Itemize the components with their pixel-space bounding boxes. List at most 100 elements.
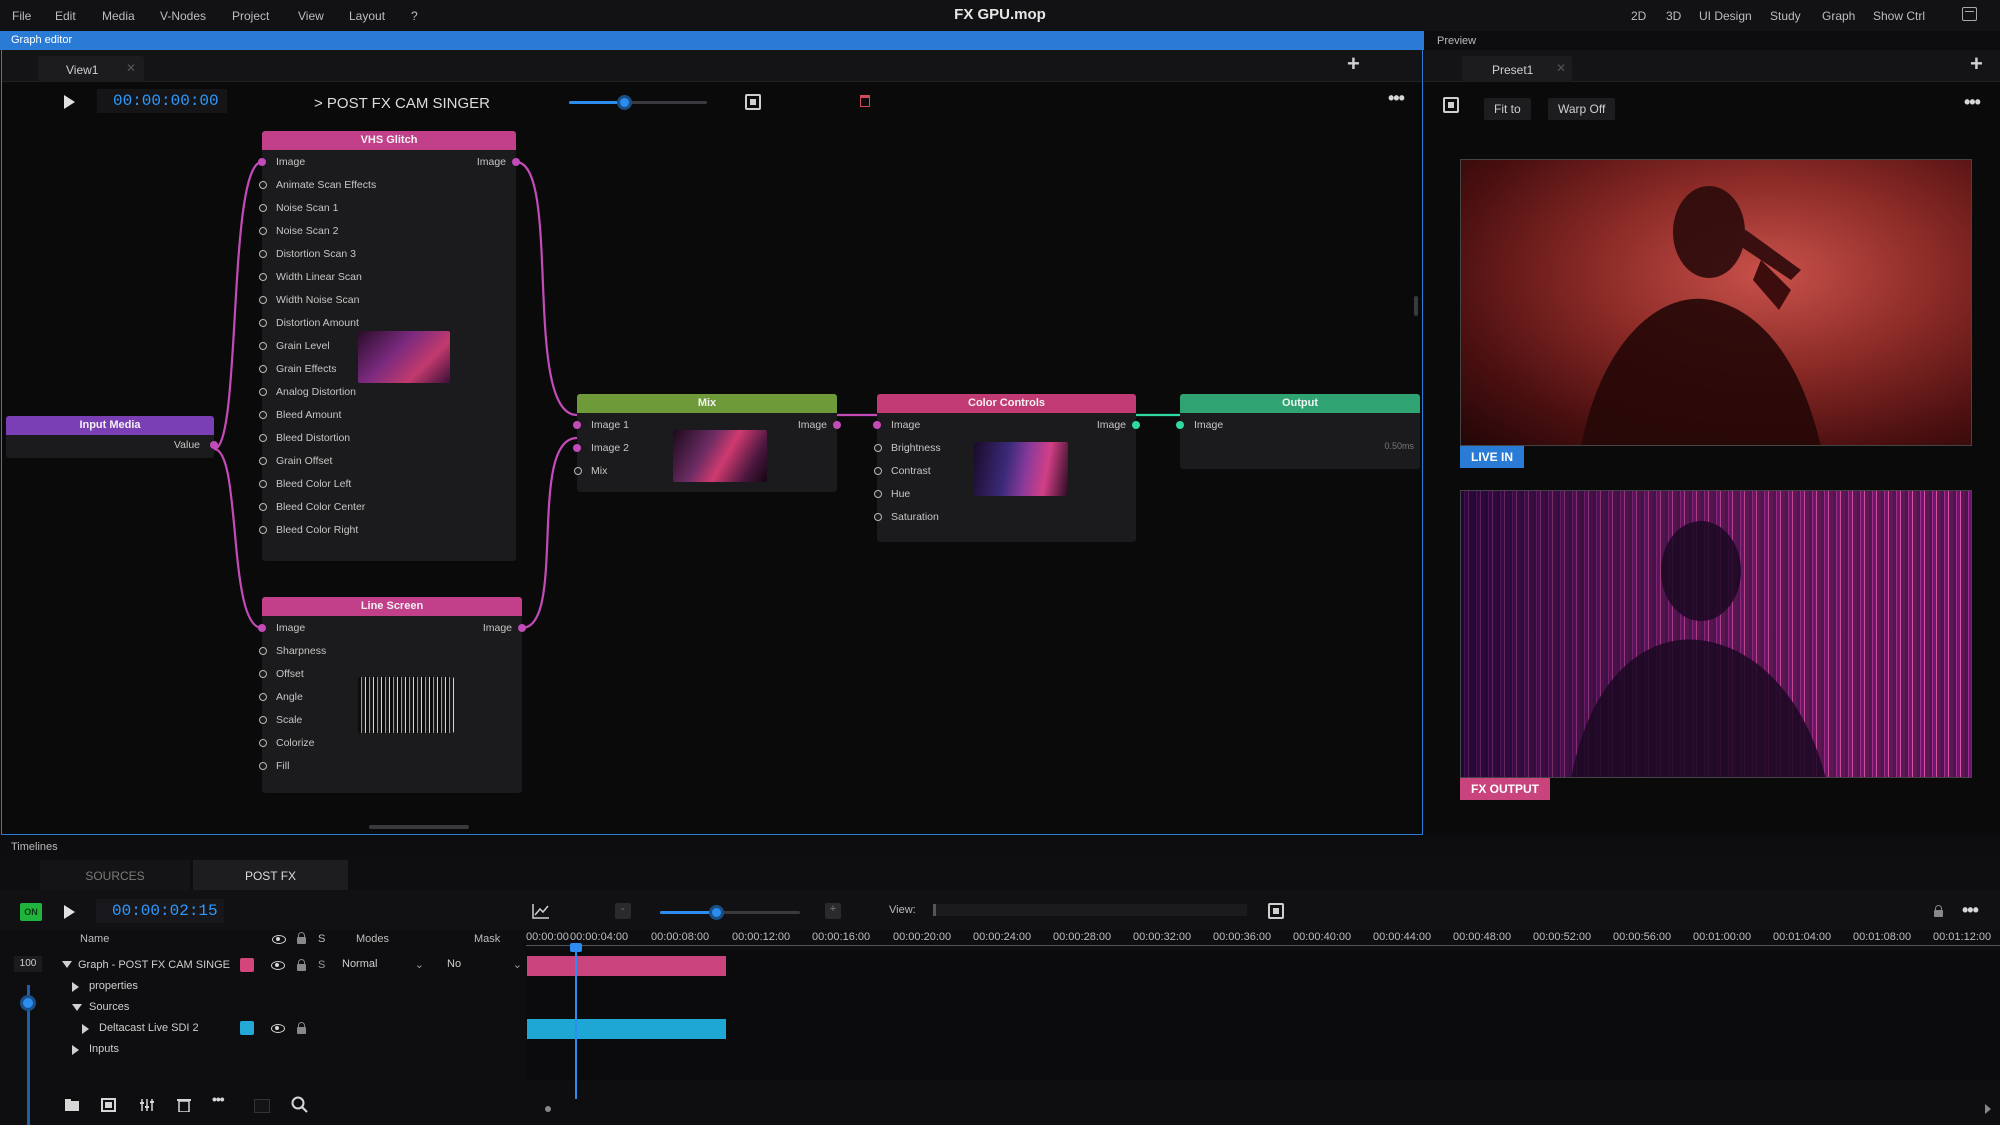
param-row[interactable]: Distortion Scan 3 xyxy=(259,245,516,263)
clip-deltacast[interactable] xyxy=(527,1019,726,1039)
port-output-dot[interactable] xyxy=(833,421,841,429)
param-port-icon[interactable] xyxy=(259,365,267,373)
param-port-icon[interactable] xyxy=(874,490,882,498)
timeline-scroll-left[interactable] xyxy=(545,1106,551,1112)
port-output-dot[interactable] xyxy=(518,624,526,632)
port-input-dot[interactable] xyxy=(258,158,266,166)
param-port-icon[interactable] xyxy=(259,693,267,701)
param-port-icon[interactable] xyxy=(259,670,267,678)
toggle-panel-icon[interactable] xyxy=(254,1099,270,1113)
param-row[interactable]: Bleed Color Left xyxy=(259,475,516,493)
canvas-horizontal-scrollbar[interactable] xyxy=(369,825,469,829)
param-row[interactable]: Bleed Amount xyxy=(259,406,516,424)
workspace-graph[interactable]: Graph xyxy=(1822,9,1855,23)
opacity-field[interactable]: 100 xyxy=(14,956,42,972)
param-port-icon[interactable] xyxy=(874,444,882,452)
menu-project[interactable]: Project xyxy=(232,9,269,23)
param-row[interactable]: Sharpness xyxy=(259,642,522,660)
expand-icon[interactable] xyxy=(62,961,72,968)
node-vhs-glitch[interactable]: VHS Glitch Image Image Animate Scan Effe… xyxy=(258,131,520,561)
param-port-icon[interactable] xyxy=(259,503,267,511)
timeline-zoom-slider[interactable] xyxy=(660,905,800,920)
port-output-dot[interactable] xyxy=(1132,421,1140,429)
param-row[interactable]: Bleed Color Right xyxy=(259,521,516,539)
color-swatch[interactable] xyxy=(240,1021,254,1035)
port-input-dot[interactable] xyxy=(1176,421,1184,429)
param-port-icon[interactable] xyxy=(259,227,267,235)
param-row[interactable]: Analog Distortion xyxy=(259,383,516,401)
node-input-media[interactable]: Input Media Value xyxy=(6,416,218,458)
menu-layout[interactable]: Layout xyxy=(349,9,385,23)
timeline-row-graph[interactable]: Graph - POST FX CAM SINGE S Normal ⌄ No … xyxy=(52,956,522,976)
param-row[interactable]: Width Linear Scan xyxy=(259,268,516,286)
more-options-icon[interactable]: ••• xyxy=(212,1091,225,1107)
blend-mode-select[interactable]: Normal ⌄ xyxy=(342,958,424,974)
expand-icon[interactable] xyxy=(72,1045,79,1055)
port-input-dot[interactable] xyxy=(573,444,581,452)
visibility-icon[interactable] xyxy=(271,1024,285,1033)
menu-view[interactable]: View xyxy=(298,9,324,23)
param-port-icon[interactable] xyxy=(574,467,582,475)
port-input-dot[interactable] xyxy=(873,421,881,429)
new-layer-icon[interactable] xyxy=(101,1098,117,1112)
param-row[interactable]: Saturation xyxy=(874,508,1136,526)
param-port-icon[interactable] xyxy=(259,342,267,350)
menu-help[interactable]: ? xyxy=(411,9,418,23)
param-row[interactable]: Grain Offset xyxy=(259,452,516,470)
tab-post-fx[interactable]: POST FX xyxy=(193,860,348,890)
port-output-dot[interactable] xyxy=(210,441,218,449)
menu-edit[interactable]: Edit xyxy=(55,9,76,23)
expand-icon[interactable] xyxy=(72,982,79,992)
param-row[interactable]: Noise Scan 1 xyxy=(259,199,516,217)
mask-select[interactable]: No ⌄ xyxy=(447,958,522,974)
param-port-icon[interactable] xyxy=(259,647,267,655)
view-range-bar[interactable] xyxy=(933,904,1247,916)
canvas-vertical-scrollbar[interactable] xyxy=(1414,296,1418,316)
lock-icon[interactable] xyxy=(1934,905,1943,917)
menu-file[interactable]: File xyxy=(12,9,31,23)
param-port-icon[interactable] xyxy=(259,526,267,534)
param-port-icon[interactable] xyxy=(259,273,267,281)
workspace-study[interactable]: Study xyxy=(1770,9,1801,23)
on-toggle[interactable]: ON xyxy=(20,903,42,921)
menu-v-nodes[interactable]: V-Nodes xyxy=(160,9,206,23)
expand-icon[interactable] xyxy=(82,1024,89,1034)
port-input-dot[interactable] xyxy=(573,421,581,429)
tab-preset1[interactable]: Preset1 ✕ xyxy=(1462,56,1572,82)
param-port-icon[interactable] xyxy=(259,739,267,747)
trash-icon[interactable] xyxy=(176,1098,192,1112)
close-icon[interactable]: ✕ xyxy=(1556,61,1566,75)
zoom-in-button[interactable]: + xyxy=(825,903,841,919)
add-preset-button[interactable]: + xyxy=(1970,51,1983,77)
param-port-icon[interactable] xyxy=(259,480,267,488)
param-row[interactable]: Width Noise Scan xyxy=(259,291,516,309)
timeline-row-sources[interactable]: Sources xyxy=(52,998,522,1018)
workspace-3d[interactable]: 3D xyxy=(1666,9,1681,23)
param-port-icon[interactable] xyxy=(874,513,882,521)
workspace-show-ctrl[interactable]: Show Ctrl xyxy=(1873,9,1925,23)
timeline-zoom-knob[interactable] xyxy=(709,905,724,920)
param-port-icon[interactable] xyxy=(259,204,267,212)
param-port-icon[interactable] xyxy=(259,762,267,770)
param-port-icon[interactable] xyxy=(259,319,267,327)
port-input-dot[interactable] xyxy=(258,624,266,632)
param-row[interactable]: Fill xyxy=(259,757,522,775)
view-range-handle[interactable] xyxy=(933,904,936,916)
timeline-track-area[interactable] xyxy=(526,950,2000,1080)
fit-to-button[interactable]: Fit to xyxy=(1484,98,1531,120)
visibility-icon[interactable] xyxy=(271,961,285,970)
param-port-icon[interactable] xyxy=(259,716,267,724)
node-output[interactable]: Output Image 0.50ms xyxy=(1176,394,1420,469)
mixer-icon[interactable] xyxy=(139,1098,155,1112)
timeline-row-deltacast[interactable]: Deltacast Live SDI 2 xyxy=(52,1019,522,1039)
param-port-icon[interactable] xyxy=(259,296,267,304)
workspace-2d[interactable]: 2D xyxy=(1631,9,1646,23)
snapshot-icon[interactable] xyxy=(1443,97,1459,113)
new-folder-icon[interactable] xyxy=(64,1098,80,1112)
node-color-controls[interactable]: Color Controls Image Image Brightness Co… xyxy=(873,394,1140,542)
opacity-slider-knob[interactable] xyxy=(20,995,36,1011)
node-mix[interactable]: Mix Image 1 Image Image 2 Mix xyxy=(573,394,841,492)
param-port-icon[interactable] xyxy=(259,457,267,465)
param-port-icon[interactable] xyxy=(259,411,267,419)
more-options-icon[interactable]: ••• xyxy=(1964,92,1981,113)
